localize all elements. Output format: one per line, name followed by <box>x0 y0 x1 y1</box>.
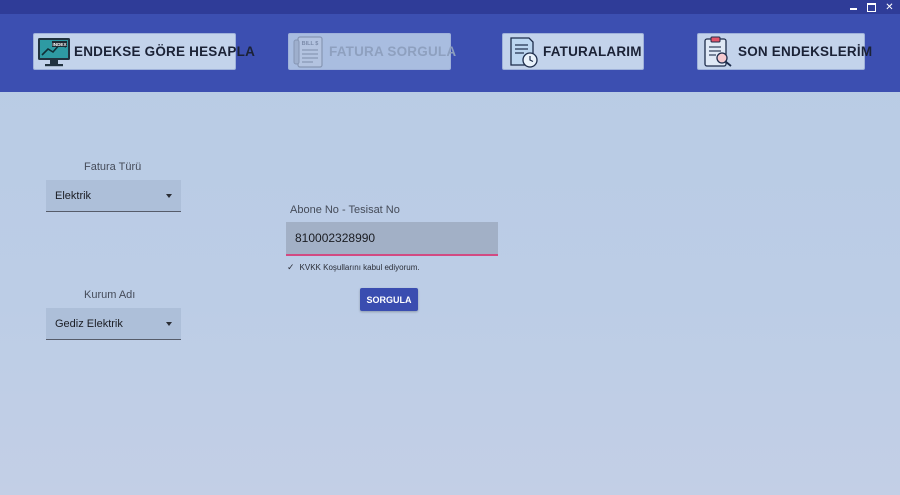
fatura-sorgula-label: FATURA SORGULA <box>329 44 457 59</box>
faturalarim-label: FATURALARIM <box>543 44 642 59</box>
fatura-turu-select[interactable]: Elektrik <box>46 180 181 212</box>
endekse-gore-hesapla-button[interactable]: INDEX ENDEKSE GÖRE HESAPLA <box>33 33 255 70</box>
kvkk-consent: ✓ KVKK Koşullarını kabul ediyorum. <box>287 262 420 273</box>
kurum-adi-value: Gediz Elektrik <box>55 317 123 330</box>
maximize-icon[interactable] <box>867 2 876 12</box>
abone-no-input[interactable]: 810002328990 <box>286 222 498 256</box>
endekse-gore-hesapla-label: ENDEKSE GÖRE HESAPLA <box>74 44 256 59</box>
index-text: INDEX <box>52 41 67 46</box>
header-nav: INDEX ENDEKSE GÖRE HESAPLA BILL $ FATURA… <box>0 14 900 92</box>
window-controls: ✕ <box>849 0 894 14</box>
son-endekslerim-label: SON ENDEKSLERİM <box>738 44 873 59</box>
son-endekslerim-button[interactable]: SON ENDEKSLERİM <box>697 33 872 70</box>
close-icon[interactable]: ✕ <box>885 2 894 12</box>
fatura-turu-value: Elektrik <box>55 189 92 202</box>
bill-icon: BILL $ <box>293 35 323 68</box>
kurum-adi-select[interactable]: Gediz Elektrik <box>46 308 181 340</box>
monitor-chart-icon: INDEX <box>38 37 70 66</box>
document-clock-icon <box>510 36 538 68</box>
dropdown-caret-icon <box>166 193 172 198</box>
title-bar: ✕ <box>0 0 900 14</box>
bill-text: BILL $ <box>302 41 319 47</box>
kurum-adi-label: Kurum Adı <box>84 289 136 301</box>
fatura-turu-label: Fatura Türü <box>84 161 142 173</box>
minimize-icon[interactable] <box>849 3 858 12</box>
dropdown-caret-icon <box>166 321 172 326</box>
abone-no-value: 810002328990 <box>295 231 376 245</box>
faturalarim-button[interactable]: FATURALARIM <box>502 33 644 70</box>
kvkk-label: KVKK Koşullarını kabul ediyorum. <box>299 263 420 272</box>
clipboard-search-icon <box>704 36 732 67</box>
sorgula-button[interactable]: SORGULA <box>360 288 418 311</box>
kvkk-checkbox[interactable]: ✓ <box>287 262 295 273</box>
fatura-sorgula-button[interactable]: BILL $ FATURA SORGULA <box>288 33 456 70</box>
abone-no-label: Abone No - Tesisat No <box>290 204 400 216</box>
